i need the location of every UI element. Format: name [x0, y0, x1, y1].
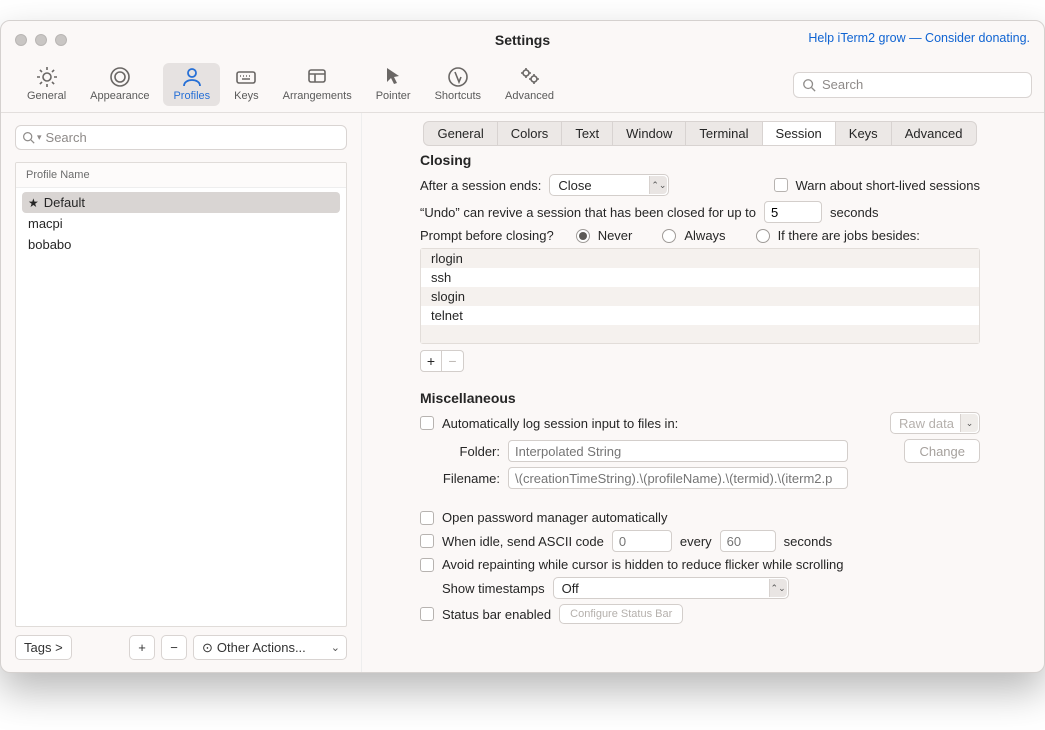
add-job-button[interactable]: + — [420, 350, 442, 372]
log-folder-field[interactable] — [508, 440, 848, 462]
profile-tabs: General Colors Text Window Terminal Sess… — [423, 121, 976, 146]
donate-link[interactable]: Help iTerm2 grow — Consider donating. — [808, 31, 1030, 45]
tab-colors[interactable]: Colors — [498, 122, 563, 145]
job-row[interactable]: telnet — [421, 306, 979, 325]
after-session-ends-select[interactable]: Close⌃⌄ — [549, 174, 669, 196]
warn-short-lived-checkbox[interactable] — [774, 178, 788, 192]
idle-code-field[interactable] — [612, 530, 672, 552]
undo-revive-label-post: seconds — [830, 205, 878, 220]
tab-text[interactable]: Text — [562, 122, 613, 145]
configure-status-bar-button[interactable]: Configure Status Bar — [559, 604, 683, 624]
toolbar-appearance[interactable]: Appearance — [80, 63, 159, 106]
profile-sidebar: ▾ Search Profile Name ★ Default macpi bo… — [1, 113, 361, 672]
job-row[interactable]: slogin — [421, 287, 979, 306]
toolbar-arrangements[interactable]: Arrangements — [273, 63, 362, 106]
log-filename-field[interactable] — [508, 467, 848, 489]
misc-heading: Miscellaneous — [420, 390, 980, 406]
idle-every-field[interactable] — [720, 530, 776, 552]
job-row[interactable]: rlogin — [421, 249, 979, 268]
undo-seconds-field[interactable] — [764, 201, 822, 223]
log-format-select[interactable]: Raw data⌄ — [890, 412, 980, 434]
toolbar-search[interactable]: Search — [793, 72, 1032, 98]
undo-revive-label-pre: “Undo” can revive a session that has bee… — [420, 205, 756, 220]
tab-general[interactable]: General — [424, 122, 497, 145]
avoid-repaint-label: Avoid repainting while cursor is hidden … — [442, 557, 844, 572]
folder-label: Folder: — [420, 444, 500, 459]
show-timestamps-label: Show timestamps — [442, 581, 545, 596]
add-profile-button[interactable]: + — [129, 635, 155, 660]
job-row[interactable]: ssh — [421, 268, 979, 287]
change-folder-button[interactable]: Change — [904, 439, 980, 463]
autolog-label: Automatically log session input to files… — [442, 416, 678, 431]
toolbar-shortcuts[interactable]: Shortcuts — [425, 63, 491, 106]
after-session-ends-label: After a session ends: — [420, 178, 541, 193]
preferences-toolbar: General Appearance Profiles Keys Arrange… — [1, 59, 1044, 112]
ellipsis-icon: ⊙ — [202, 640, 213, 656]
tab-window[interactable]: Window — [613, 122, 686, 145]
tab-advanced[interactable]: Advanced — [892, 122, 976, 145]
profile-list-header: Profile Name — [16, 163, 346, 188]
status-bar-checkbox[interactable] — [420, 607, 434, 621]
warn-short-lived-label: Warn about short-lived sessions — [796, 178, 981, 193]
toolbar-general[interactable]: General — [17, 63, 76, 106]
idle-send-label: When idle, send ASCII code — [442, 534, 604, 549]
remove-profile-button[interactable]: − — [161, 635, 187, 660]
profile-row-default[interactable]: ★ Default — [22, 192, 340, 213]
tab-keys[interactable]: Keys — [836, 122, 892, 145]
profile-list: Profile Name ★ Default macpi bobabo — [15, 162, 347, 627]
prompt-jobs-radio[interactable] — [756, 229, 770, 243]
tags-button[interactable]: Tags > — [15, 635, 72, 660]
settings-window: Settings Help iTerm2 grow — Consider don… — [0, 20, 1045, 673]
autolog-checkbox[interactable] — [420, 416, 434, 430]
remove-job-button[interactable]: − — [442, 350, 464, 372]
avoid-repaint-checkbox[interactable] — [420, 558, 434, 572]
show-timestamps-select[interactable]: Off⌃⌄ — [553, 577, 789, 599]
toolbar-keys[interactable]: Keys — [224, 63, 268, 106]
search-icon — [802, 78, 816, 92]
idle-send-checkbox[interactable] — [420, 534, 434, 548]
open-password-manager-label: Open password manager automatically — [442, 510, 667, 525]
other-actions-menu[interactable]: ⊙ Other Actions... — [193, 635, 347, 660]
profile-detail: General Colors Text Window Terminal Sess… — [361, 113, 1044, 672]
prompt-always-radio[interactable] — [662, 229, 676, 243]
toolbar-advanced[interactable]: Advanced — [495, 63, 564, 106]
tab-terminal[interactable]: Terminal — [686, 122, 762, 145]
tab-session[interactable]: Session — [763, 122, 836, 145]
status-bar-label: Status bar enabled — [442, 607, 551, 622]
toolbar-pointer[interactable]: Pointer — [366, 63, 421, 106]
prompt-before-closing-label: Prompt before closing? — [420, 228, 554, 243]
profile-row[interactable]: bobabo — [16, 234, 346, 255]
title-bar: Settings Help iTerm2 grow — Consider don… — [1, 21, 1044, 59]
star-icon: ★ — [28, 196, 39, 210]
open-password-manager-checkbox[interactable] — [420, 511, 434, 525]
jobs-list[interactable]: rlogin ssh slogin telnet — [420, 248, 980, 344]
profile-row[interactable]: macpi — [16, 213, 346, 234]
search-icon — [22, 131, 35, 144]
closing-heading: Closing — [420, 152, 980, 168]
filename-label: Filename: — [420, 471, 500, 486]
job-row-empty — [421, 325, 979, 343]
profile-search[interactable]: ▾ Search — [15, 125, 347, 150]
chevron-down-icon: ▾ — [37, 132, 42, 143]
toolbar-profiles[interactable]: Profiles — [163, 63, 220, 106]
prompt-never-radio[interactable] — [576, 229, 590, 243]
